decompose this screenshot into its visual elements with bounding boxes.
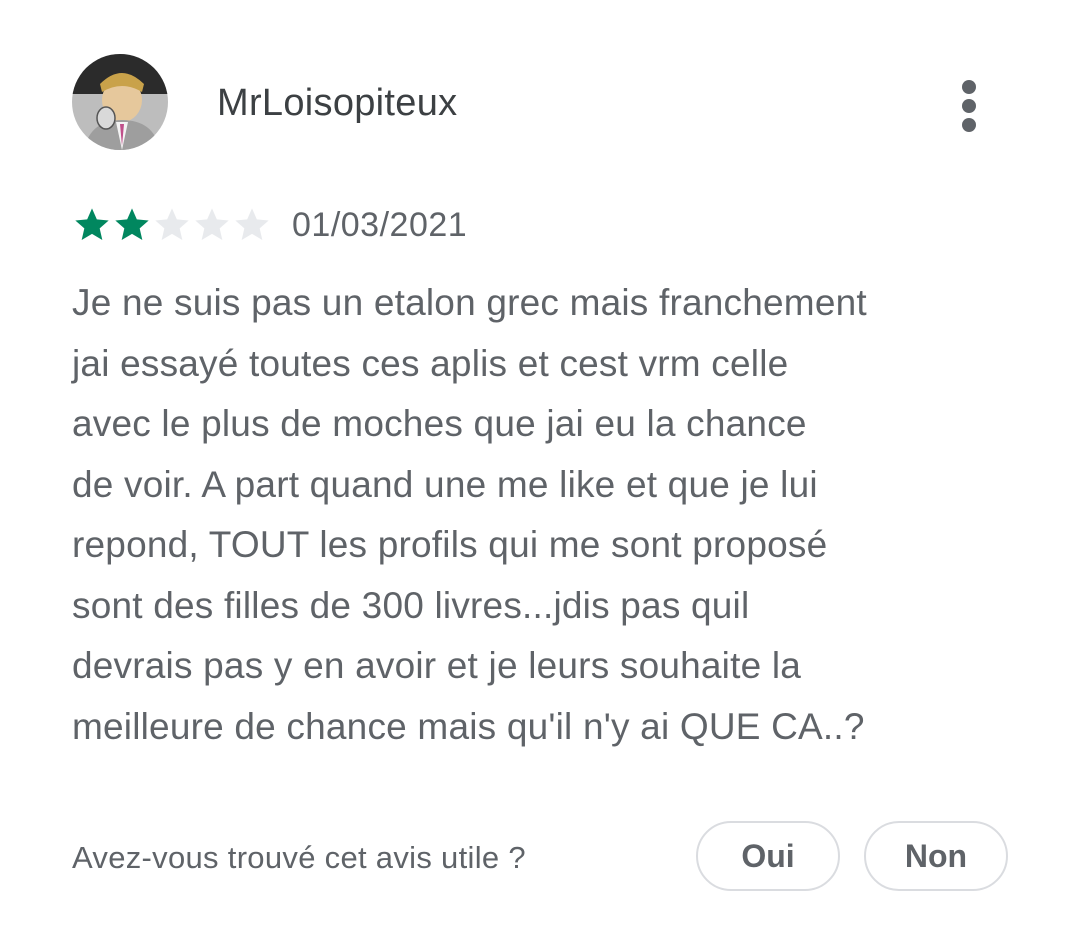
review-text-line: Je ne suis pas un etalon grec mais franc… [72, 282, 867, 323]
helpful-question: Avez-vous trouvé cet avis utile ? [72, 840, 526, 875]
rating-row: 01/03/2021 [72, 205, 467, 245]
more-options-button[interactable] [946, 70, 996, 136]
avatar-image [72, 54, 168, 150]
review-text-line: repond, TOUT les profils qui me sont pro… [72, 524, 828, 565]
star-icon [75, 208, 109, 240]
star-icon [115, 208, 149, 240]
review-text: Je ne suis pas un etalon grec mais franc… [72, 273, 1032, 757]
star-icon [155, 208, 189, 240]
review-date: 01/03/2021 [292, 205, 468, 244]
review-text-line: devrais pas y en avoir et je leurs souha… [72, 645, 802, 686]
star-icon [195, 208, 229, 240]
review-text-line: jai essayé toutes ces aplis et cest vrm … [72, 342, 789, 384]
star-rating [72, 205, 272, 245]
review-author-name: MrLoisopiteux [217, 82, 458, 124]
helpful-yes-button[interactable]: Oui [696, 821, 840, 891]
review-text-line: de voir. A part quand une me like et que… [72, 463, 818, 505]
review-text-line: meilleure de chance mais qu'il n'y ai QU… [72, 705, 865, 747]
helpful-no-button[interactable]: Non [864, 821, 1008, 891]
more-vert-icon [946, 70, 996, 136]
review-text-line: sont des filles de 300 livres...jdis pas… [72, 584, 750, 626]
review-text-line: avec le plus de moches que jai eu la cha… [72, 403, 807, 444]
star-icon [235, 208, 269, 240]
avatar[interactable] [72, 54, 168, 150]
